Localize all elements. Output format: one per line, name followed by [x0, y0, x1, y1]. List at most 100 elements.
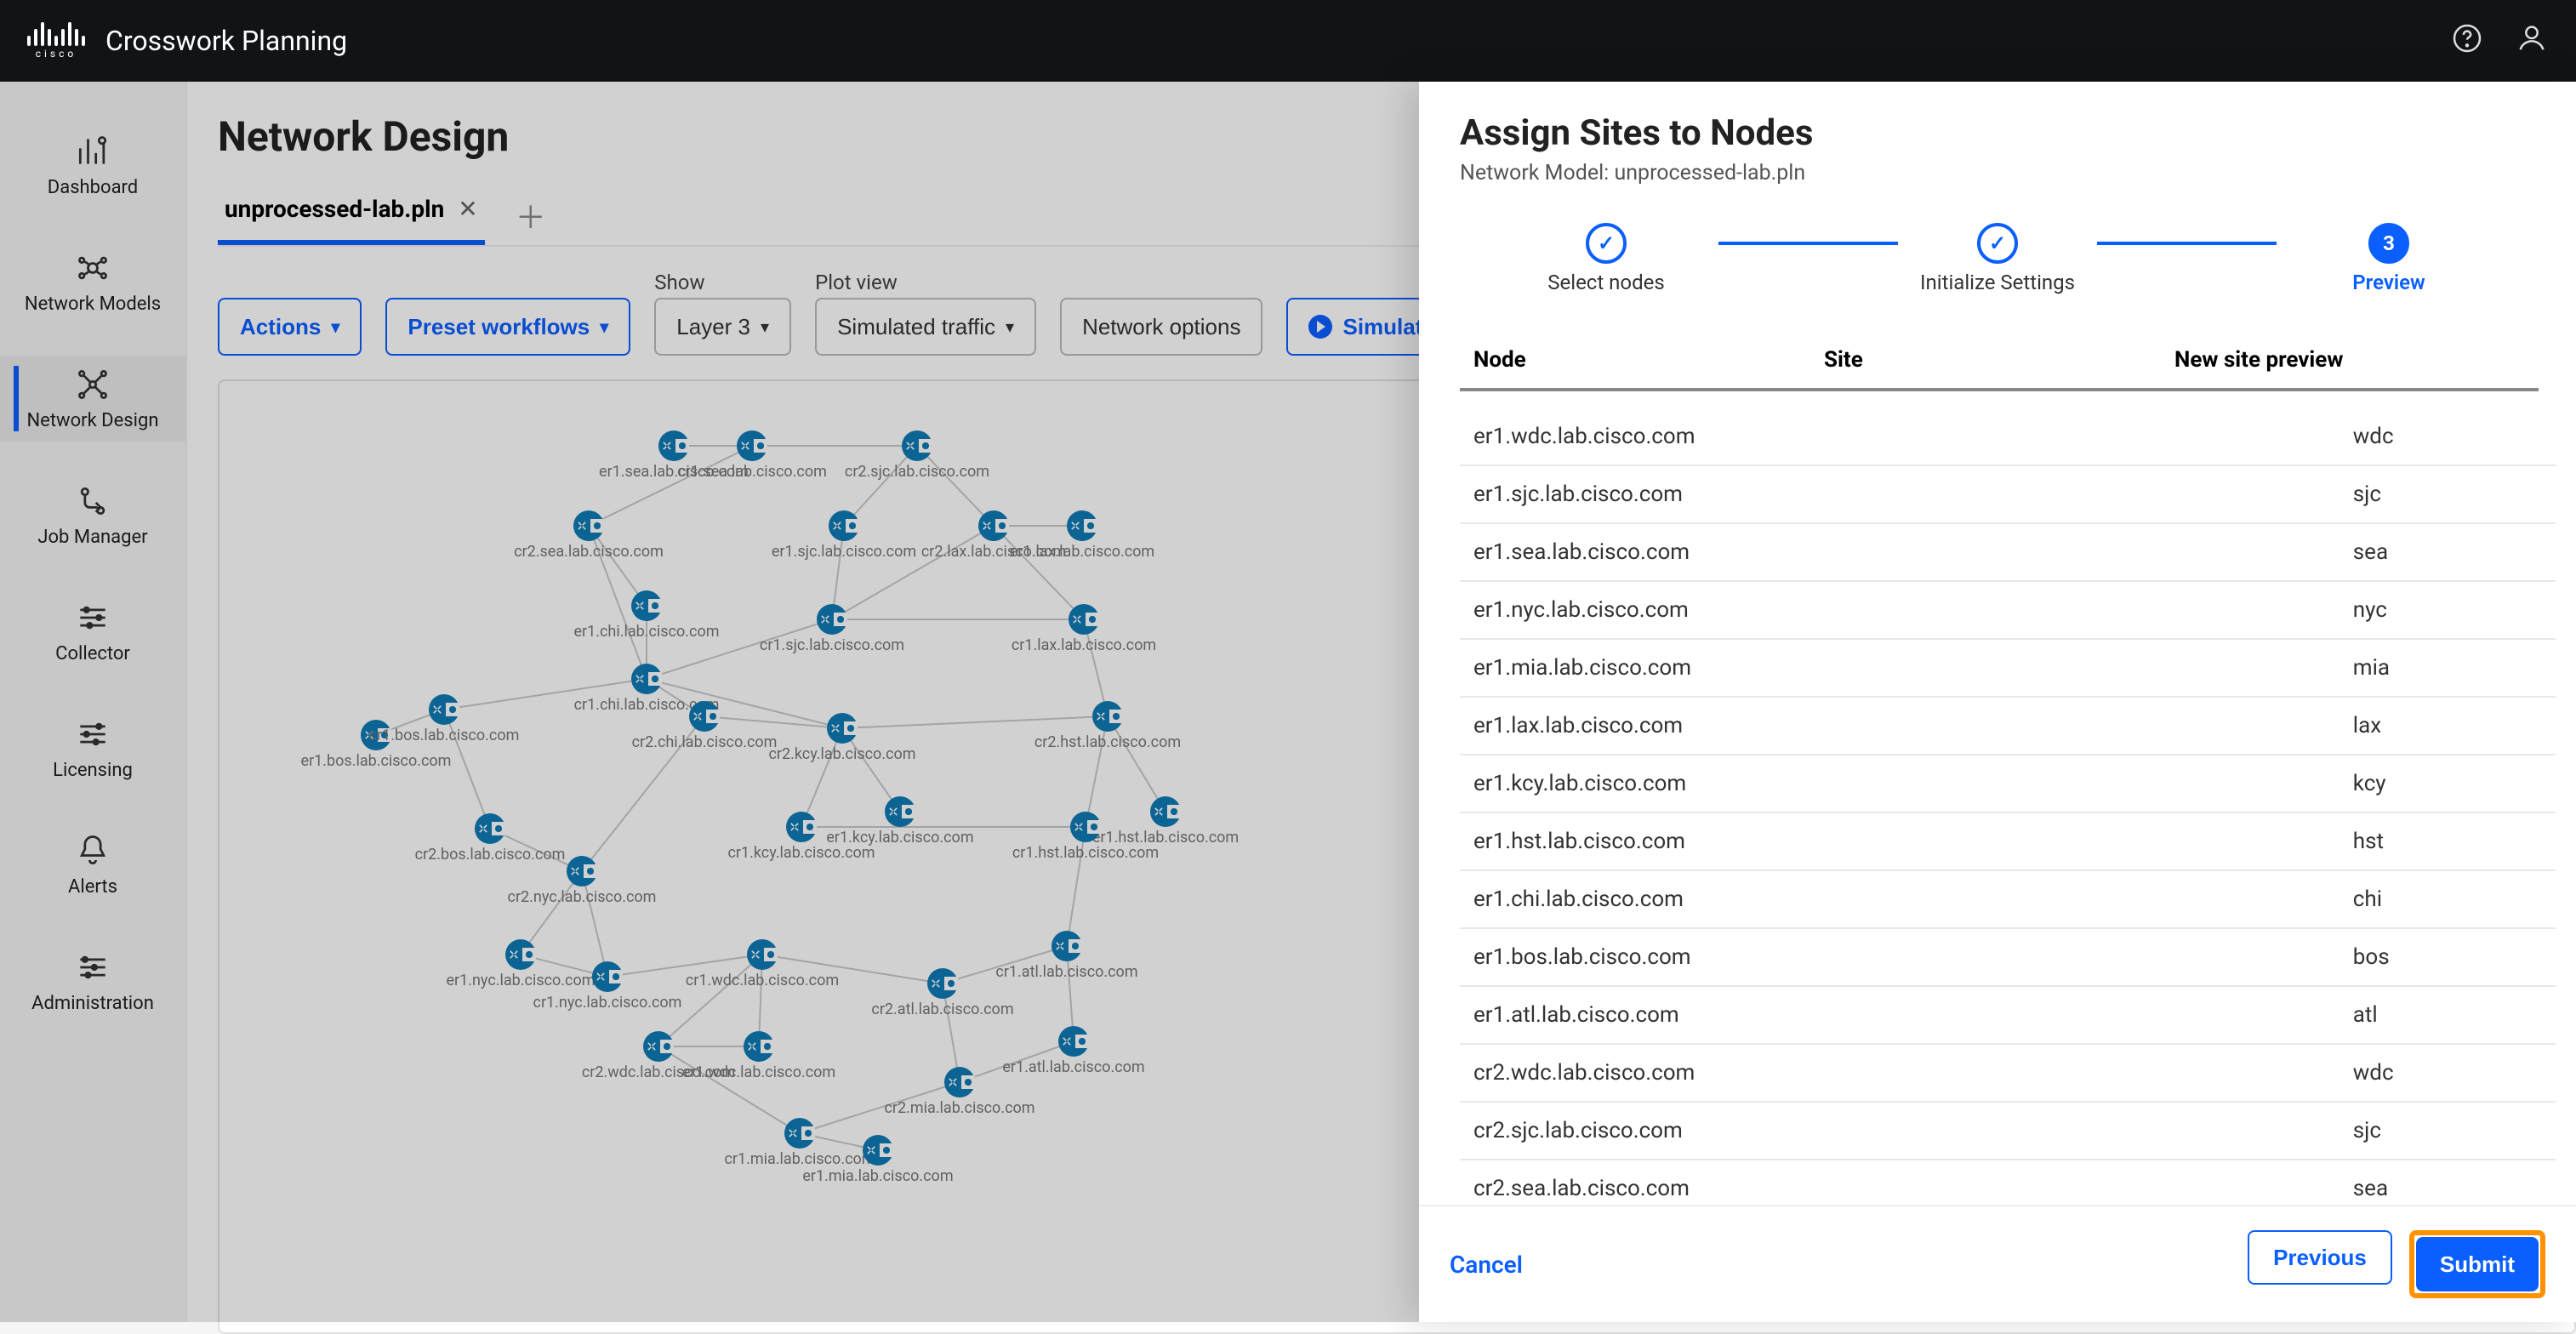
- topo-node[interactable]: [573, 510, 604, 541]
- table-row[interactable]: er1.bos.lab.cisco.combos: [1460, 928, 2556, 986]
- cisco-logo-text: cisco: [36, 48, 77, 60]
- table-row[interactable]: cr2.sjc.lab.cisco.comsjc: [1460, 1102, 2556, 1160]
- col-preview: New site preview: [2174, 347, 2525, 373]
- topo-node[interactable]: [827, 713, 858, 744]
- sidenav-item-collector[interactable]: Collector: [0, 589, 185, 675]
- topo-node-label: er1.chi.lab.cisco.com: [574, 623, 720, 641]
- topo-node[interactable]: [1067, 510, 1097, 541]
- table-row[interactable]: cr2.wdc.lab.cisco.comwdc: [1460, 1044, 2556, 1102]
- file-tab[interactable]: unprocessed-lab.pln ✕: [218, 185, 485, 245]
- topo-node[interactable]: [631, 590, 662, 621]
- topo-node[interactable]: [1069, 604, 1099, 635]
- topo-node[interactable]: [1070, 812, 1101, 842]
- actions-button[interactable]: Actions▾: [218, 298, 362, 356]
- step-initialize-settings[interactable]: Initialize Settings: [1908, 223, 2088, 294]
- topo-node[interactable]: [643, 1031, 674, 1062]
- topo-node[interactable]: [817, 604, 847, 635]
- topo-node-label: er1.mia.lab.cisco.com: [802, 1167, 953, 1185]
- topo-node-label: cr2.sjc.lab.cisco.com: [845, 463, 989, 481]
- topo-node[interactable]: [567, 856, 597, 886]
- add-tab-icon[interactable]: ＋: [516, 193, 546, 237]
- preset-workflows-button[interactable]: Preset workflows▾: [385, 298, 630, 356]
- topo-node[interactable]: [1092, 701, 1123, 732]
- topo-node-label: cr1.hst.lab.cisco.com: [1012, 844, 1159, 862]
- nav-icon: [74, 249, 111, 287]
- topo-node[interactable]: [1058, 1026, 1089, 1057]
- step-select-nodes[interactable]: Select nodes: [1504, 223, 1708, 294]
- sidenav-item-job-manager[interactable]: Job Manager: [0, 472, 185, 558]
- col-node: Node: [1473, 347, 1824, 373]
- topo-node[interactable]: [631, 664, 662, 694]
- topo-node[interactable]: [863, 1135, 893, 1166]
- table-row[interactable]: er1.sea.lab.cisco.comsea: [1460, 523, 2556, 581]
- topo-node[interactable]: [744, 1031, 774, 1062]
- topo-node[interactable]: [885, 796, 915, 827]
- topo-node[interactable]: [1150, 796, 1181, 827]
- topo-node-label: er1.bos.lab.cisco.com: [301, 752, 452, 770]
- step-preview[interactable]: 3Preview: [2287, 223, 2491, 294]
- step-connector: [1718, 242, 1898, 245]
- cell-site: [2253, 697, 2339, 755]
- sidenav-item-alerts[interactable]: Alerts: [0, 822, 185, 908]
- table-row[interactable]: er1.mia.lab.cisco.commia: [1460, 639, 2556, 697]
- side-nav: Dashboard Network Models Network Design Job…: [0, 82, 187, 1322]
- table-row[interactable]: er1.wdc.lab.cisco.comwdc: [1460, 408, 2556, 465]
- table-row[interactable]: er1.atl.lab.cisco.comatl: [1460, 986, 2556, 1044]
- sidenav-item-dashboard[interactable]: Dashboard: [0, 123, 185, 208]
- cell-node: er1.nyc.lab.cisco.com: [1460, 581, 2253, 639]
- sidenav-item-licensing[interactable]: Licensing: [0, 705, 185, 791]
- topo-node[interactable]: [829, 510, 859, 541]
- topo-node-label: cr2.hst.lab.cisco.com: [1034, 733, 1181, 751]
- topo-node[interactable]: [927, 968, 958, 999]
- cell-preview: bos: [2339, 928, 2556, 986]
- table-row[interactable]: er1.chi.lab.cisco.comchi: [1460, 870, 2556, 928]
- sidenav-item-network-models[interactable]: Network Models: [0, 239, 185, 325]
- topo-node[interactable]: [784, 1118, 815, 1149]
- submit-button[interactable]: Submit: [2416, 1237, 2539, 1291]
- nav-label: Network Design: [26, 410, 158, 431]
- topo-node-label: cr1.nyc.lab.cisco.com: [533, 994, 682, 1012]
- table-row[interactable]: cr2.sea.lab.cisco.comsea: [1460, 1160, 2556, 1205]
- cell-node: er1.hst.lab.cisco.com: [1460, 812, 2253, 870]
- topo-node[interactable]: [978, 510, 1009, 541]
- user-icon[interactable]: [2515, 21, 2549, 61]
- assign-sites-drawer: Assign Sites to Nodes Network Model: unp…: [1419, 82, 2576, 1322]
- col-site: Site: [1824, 347, 2174, 373]
- nav-icon: [74, 949, 111, 986]
- show-dropdown[interactable]: Layer 3▾: [654, 298, 791, 356]
- topo-node[interactable]: [429, 694, 459, 725]
- table-row[interactable]: er1.sjc.lab.cisco.comsjc: [1460, 465, 2556, 523]
- preview-table[interactable]: er1.wdc.lab.cisco.comwdcer1.sjc.lab.cisc…: [1460, 408, 2556, 1205]
- topo-node[interactable]: [902, 430, 932, 461]
- plot-view-dropdown[interactable]: Simulated traffic▾: [815, 298, 1036, 356]
- sidenav-item-administration[interactable]: Administration: [0, 938, 185, 1024]
- topo-node[interactable]: [786, 812, 817, 842]
- cell-preview: lax: [2339, 697, 2556, 755]
- help-icon[interactable]: [2450, 21, 2484, 61]
- cancel-button[interactable]: Cancel: [1450, 1251, 1523, 1279]
- topo-node[interactable]: [689, 701, 720, 732]
- topo-node[interactable]: [658, 430, 689, 461]
- table-row[interactable]: er1.lax.lab.cisco.comlax: [1460, 697, 2556, 755]
- topo-node-label: cr2.kcy.lab.cisco.com: [768, 745, 915, 763]
- topo-node[interactable]: [747, 939, 778, 970]
- topo-node[interactable]: [475, 813, 505, 844]
- topo-node[interactable]: [944, 1067, 975, 1097]
- previous-button[interactable]: Previous: [2248, 1230, 2392, 1285]
- cell-site: [2253, 1160, 2339, 1205]
- table-row[interactable]: er1.nyc.lab.cisco.comnyc: [1460, 581, 2556, 639]
- table-row[interactable]: er1.hst.lab.cisco.com hst: [1460, 812, 2556, 870]
- cell-site: [2253, 581, 2339, 639]
- topo-node-label: cr1.sea.lab.cisco.com: [677, 463, 827, 481]
- sidenav-item-network-design[interactable]: Network Design: [0, 356, 185, 442]
- topo-node[interactable]: [737, 430, 767, 461]
- topo-node[interactable]: [1051, 931, 1082, 961]
- cell-preview: wdc: [2339, 408, 2556, 465]
- topo-node[interactable]: [592, 961, 623, 992]
- topo-node[interactable]: [505, 939, 536, 970]
- network-options-button[interactable]: Network options: [1060, 298, 1262, 356]
- table-row[interactable]: er1.kcy.lab.cisco.comkcy: [1460, 755, 2556, 812]
- cell-preview: hst: [2339, 812, 2556, 870]
- close-tab-icon[interactable]: ✕: [458, 195, 477, 223]
- topo-node-label: cr1.wdc.lab.cisco.com: [686, 972, 839, 989]
